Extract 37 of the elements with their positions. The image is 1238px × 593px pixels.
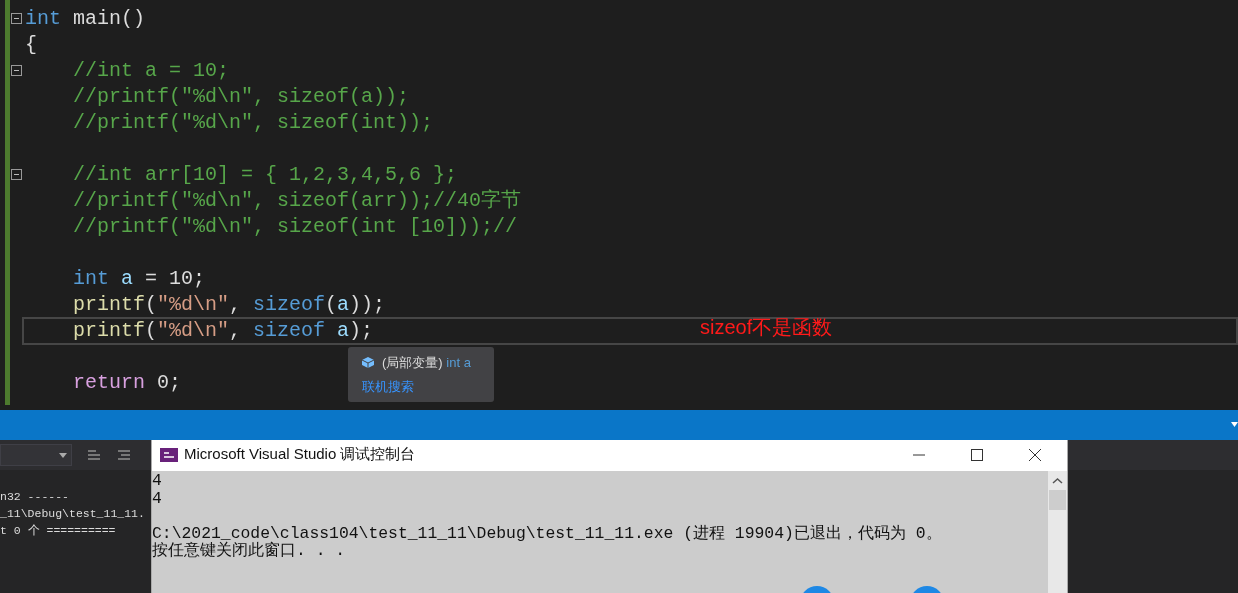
annotation-text: sizeof不是函数 bbox=[700, 315, 833, 340]
cube-icon bbox=[362, 357, 374, 369]
console-icon bbox=[160, 447, 178, 462]
code-line: //printf("%d\n", sizeof(arr));//40字节 bbox=[73, 189, 522, 212]
code-line: printf("%d\n", sizeof(a)); bbox=[73, 293, 386, 316]
caret-icon bbox=[59, 453, 67, 458]
code-line: int main() bbox=[25, 7, 146, 30]
minimize-icon bbox=[913, 453, 925, 456]
code-line: //printf("%d\n", sizeof(int [10]));// bbox=[73, 215, 518, 238]
code-line: //int arr[10] = { 1,2,3,4,5,6 }; bbox=[73, 163, 458, 186]
search-online-link[interactable]: 联机搜索 bbox=[362, 376, 414, 396]
dropdown-icon[interactable] bbox=[1231, 422, 1238, 427]
output-line: n32 ------ bbox=[0, 490, 69, 503]
dropdown-field[interactable] bbox=[0, 444, 72, 466]
collapse-icon[interactable] bbox=[11, 13, 22, 24]
code-line: return 0; bbox=[73, 371, 182, 394]
close-icon bbox=[1029, 448, 1041, 461]
list-icon[interactable] bbox=[86, 447, 102, 463]
window-title: Microsoft Visual Studio 调试控制台 bbox=[184, 444, 416, 465]
output-line: _11\Debug\test_11_11. bbox=[0, 507, 145, 520]
console-line: 4 bbox=[152, 488, 162, 508]
list-icon[interactable] bbox=[116, 447, 132, 463]
collapse-icon[interactable] bbox=[11, 65, 22, 76]
scroll-thumb[interactable] bbox=[1049, 490, 1066, 510]
scrollbar[interactable] bbox=[1048, 471, 1067, 593]
maximize-icon bbox=[971, 448, 983, 461]
code-line: //printf("%d\n", sizeof(int)); bbox=[73, 111, 434, 134]
code-line: printf("%d\n", sizeof a); bbox=[73, 319, 374, 342]
code-line: //int a = 10; bbox=[73, 59, 230, 82]
console-line: 4 bbox=[152, 471, 162, 490]
code-line: int a = 10; bbox=[73, 267, 206, 290]
tooltip-text: (局部变量) int a bbox=[382, 354, 471, 372]
collapse-icon[interactable] bbox=[11, 169, 22, 180]
code-line: //printf("%d\n", sizeof(a)); bbox=[73, 85, 410, 108]
code-line: { bbox=[25, 33, 37, 56]
output-line: t 0 个 ========== bbox=[0, 524, 116, 537]
console-line: 按任意键关闭此窗口. . . bbox=[152, 541, 346, 560]
